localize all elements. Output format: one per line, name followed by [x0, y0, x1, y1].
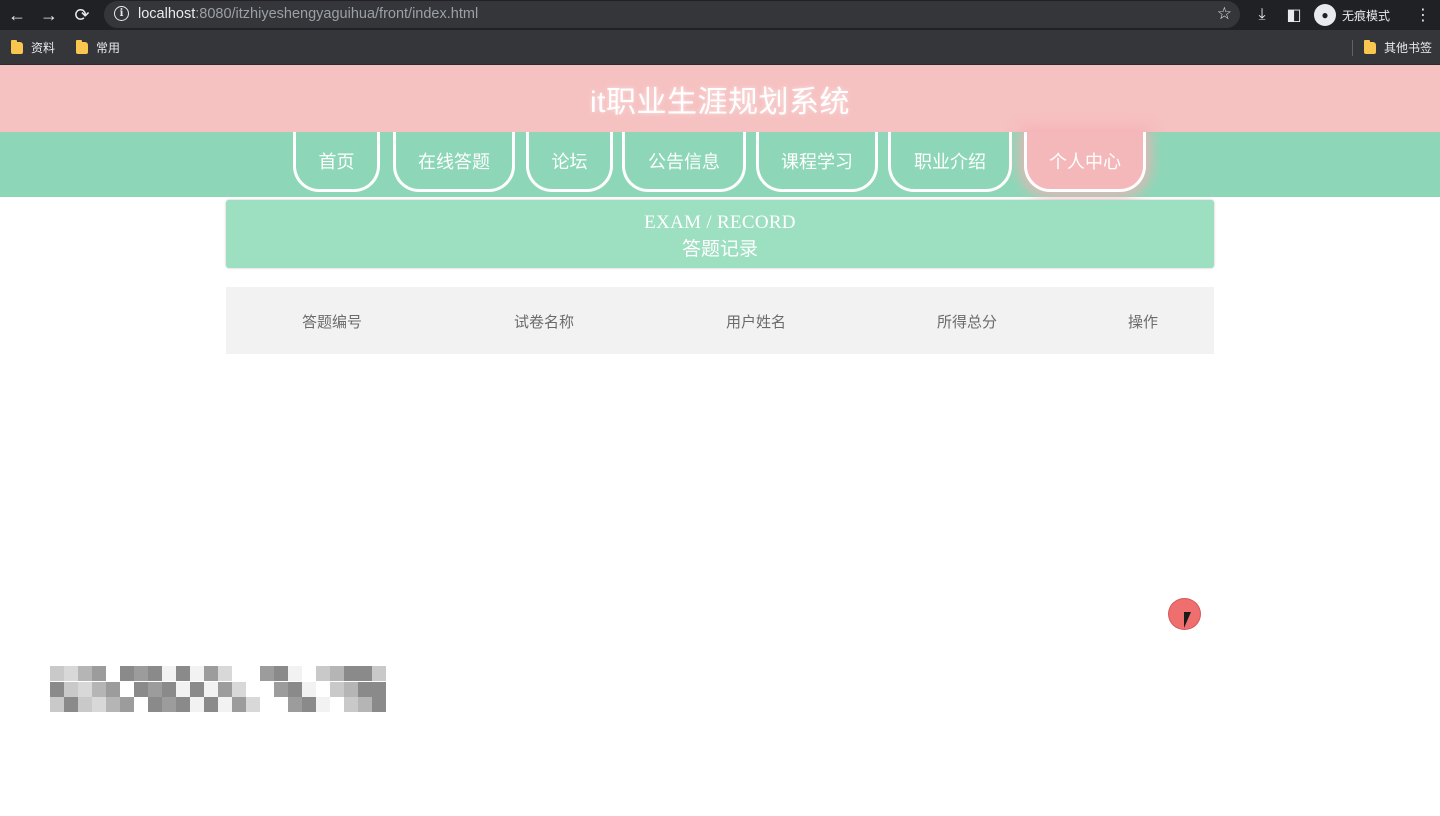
nav-career-intro[interactable]: 职业介绍 [888, 132, 1012, 192]
url-text[interactable]: localhost:8080/itzhiyeshengyaguihua/fron… [138, 6, 478, 22]
bookmark-folder-changyong[interactable]: 常用 [76, 39, 120, 56]
nav-courses[interactable]: 课程学习 [756, 132, 878, 192]
back-arrow-icon[interactable]: ← [5, 3, 29, 27]
column-header-user-name: 用户姓名 [725, 314, 787, 331]
column-header-total-score: 所得总分 [936, 314, 998, 331]
more-menu-icon[interactable]: ⋮ [1413, 4, 1433, 26]
browser-toolbar: ← → ⟳ i localhost:8080/itzhiyeshengyagui… [0, 0, 1440, 30]
bookmark-star-icon[interactable]: ☆ [1217, 4, 1232, 24]
nav-online-quiz[interactable]: 在线答题 [393, 132, 515, 192]
bookmarks-bar: 资料 常用 其他书签 [0, 30, 1440, 65]
nav-personal-center[interactable]: 个人中心 [1024, 132, 1146, 192]
mouse-pointer-icon [1184, 612, 1198, 628]
side-panel-icon[interactable]: ◧ [1284, 4, 1304, 26]
address-bar[interactable]: i localhost:8080/itzhiyeshengyaguihua/fr… [104, 1, 1240, 28]
site-info-icon[interactable]: i [114, 6, 129, 21]
section-banner: EXAM / RECORD 答题记录 [226, 200, 1214, 268]
nav-forum[interactable]: 论坛 [526, 132, 613, 192]
folder-icon [11, 39, 23, 54]
folder-icon [76, 39, 88, 54]
main-nav: 首页 在线答题 论坛 公告信息 课程学习 职业介绍 个人中心 [0, 132, 1440, 197]
banner-title-en: EXAM / RECORD [644, 212, 796, 233]
other-bookmarks[interactable]: 其他书签 [1364, 39, 1432, 56]
folder-icon [1364, 39, 1376, 54]
banner-title-cn: 答题记录 [681, 239, 758, 260]
forward-arrow-icon[interactable]: → [37, 3, 61, 27]
pixelated-redaction [50, 666, 388, 713]
reload-icon[interactable]: ⟳ [70, 3, 94, 27]
column-header-answer-id: 答题编号 [301, 314, 363, 331]
site-title: it职业生涯规划系统 [590, 85, 850, 119]
nav-announcements[interactable]: 公告信息 [622, 132, 746, 192]
incognito-indicator[interactable]: ● 无痕模式 [1314, 3, 1390, 27]
site-header: it职业生涯规划系统 [0, 65, 1440, 132]
bookmarks-divider [1352, 40, 1353, 56]
bookmark-folder-ziliao[interactable]: 资料 [11, 39, 55, 56]
nav-home[interactable]: 首页 [293, 132, 380, 192]
table-header-row: 答题编号 试卷名称 用户姓名 所得总分 操作 [226, 287, 1214, 354]
incognito-icon: ● [1314, 4, 1336, 26]
column-header-actions: 操作 [1127, 314, 1159, 331]
column-header-paper-name: 试卷名称 [513, 314, 575, 331]
download-icon[interactable]: ⤓ [1252, 4, 1272, 26]
